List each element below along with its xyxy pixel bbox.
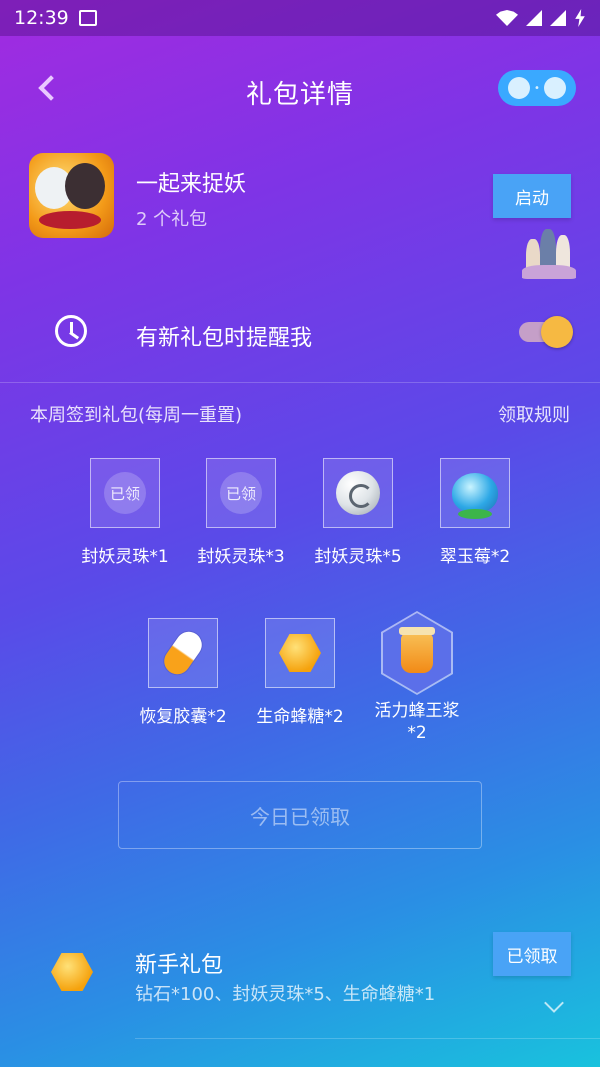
signal-icon-2 [550, 10, 566, 26]
claimed-badge: 已领 [104, 472, 146, 514]
battery-charging-icon [575, 9, 585, 27]
status-bar: 12:39 [0, 0, 600, 36]
divider [0, 382, 600, 383]
divider [135, 1038, 600, 1039]
reward-label: 生命蜂糖*2 [256, 707, 344, 727]
newbie-content: 钻石*100、封妖灵珠*5、生命蜂糖*1 [135, 984, 436, 1005]
reminder-toggle[interactable] [519, 316, 573, 348]
weekly-title: 本周签到礼包(每周一重置) [30, 405, 243, 426]
chevron-down-icon[interactable] [544, 993, 564, 1013]
notification-icon [78, 10, 97, 26]
game-icon [29, 153, 114, 238]
reward-item: 已领 封妖灵珠*3 [186, 458, 296, 568]
reward-label: 翠玉莓*2 [439, 547, 511, 567]
status-time: 12:39 [14, 7, 69, 29]
share-button[interactable]: • [498, 70, 576, 106]
capsule-icon [159, 626, 207, 680]
jar-icon [399, 627, 435, 673]
honey-icon [51, 953, 97, 997]
honey-icon [279, 634, 321, 672]
wechat-icon [543, 77, 566, 99]
reward-label: 封妖灵珠*1 [81, 547, 169, 567]
reward-label: 封妖灵珠*3 [197, 547, 285, 567]
gift-count: 2 个礼包 [136, 209, 208, 230]
header: 礼包详情 • [0, 62, 600, 118]
game-name: 一起来捉妖 [136, 172, 247, 197]
pearl-icon [336, 471, 380, 515]
reward-label: 封妖灵珠*5 [314, 547, 402, 567]
newbie-title: 新手礼包 [135, 953, 224, 978]
launch-button[interactable]: 启动 [493, 174, 571, 218]
signal-icon [526, 10, 542, 26]
status-icons [496, 9, 586, 27]
reward-item: 生命蜂糖*2 [245, 618, 355, 728]
newbie-claimed-button[interactable]: 已领取 [493, 932, 571, 976]
reward-item: 封妖灵珠*5 [303, 458, 413, 568]
reward-item-today: 活力蜂王浆*2 [362, 611, 472, 744]
alarm-icon [55, 315, 87, 347]
separator-icon: • [534, 82, 540, 94]
wifi-icon [496, 10, 518, 26]
claimed-today-button[interactable]: 今日已领取 [118, 781, 482, 849]
reward-item: 翠玉莓*2 [420, 458, 530, 568]
reward-label: 活力蜂王浆*2 [374, 701, 460, 743]
reward-label: 恢复胶囊*2 [139, 707, 227, 727]
claimed-badge: 已领 [220, 472, 262, 514]
berry-icon [452, 473, 498, 519]
qq-icon [508, 77, 531, 99]
toggle-knob [541, 316, 573, 348]
reward-item: 已领 封妖灵珠*1 [70, 458, 180, 568]
reminder-label: 有新礼包时提醒我 [136, 326, 313, 351]
characters-avatar [522, 227, 576, 279]
rules-link[interactable]: 领取规则 [498, 401, 570, 427]
reward-item: 恢复胶囊*2 [128, 618, 238, 728]
